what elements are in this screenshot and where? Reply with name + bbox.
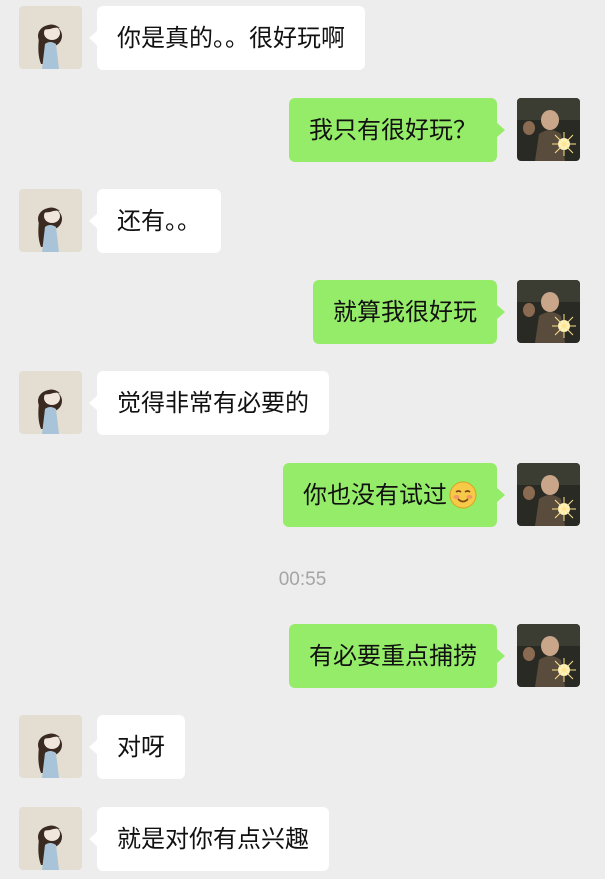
my-avatar[interactable] (517, 98, 580, 161)
message-text: 觉得非常有必要的 (117, 389, 309, 417)
message-text: 对呀 (117, 733, 165, 761)
incoming-message-bubble[interactable]: 你是真的。。很好玩啊 (89, 6, 365, 70)
outgoing-message-bubble[interactable]: 就算我很好玩 (313, 280, 505, 344)
message-text: 你也没有试过 (303, 481, 447, 509)
chat-window: 你是真的。。很好玩啊 我只有很好玩？ 还有。。 就算我很好玩 觉得非常有必要的 … (0, 0, 605, 879)
message-text: 我只有很好玩？ (309, 116, 477, 144)
contact-avatar[interactable] (19, 6, 82, 69)
message-text: 还有。。 (117, 207, 201, 235)
message-row: 你是真的。。很好玩啊 (0, 6, 605, 70)
message-row: 就是对你有点兴趣 (0, 807, 605, 871)
incoming-message-bubble[interactable]: 就是对你有点兴趣 (89, 807, 329, 871)
incoming-message-bubble[interactable]: 对呀 (89, 715, 185, 779)
message-row: 我只有很好玩？ (0, 98, 605, 162)
contact-avatar[interactable] (19, 807, 82, 870)
incoming-message-bubble[interactable]: 还有。。 (89, 189, 221, 253)
outgoing-message-bubble[interactable]: 你也没有试过 (283, 463, 505, 527)
message-text: 有必要重点捕捞 (309, 642, 477, 670)
message-text: 就是对你有点兴趣 (117, 825, 309, 853)
my-avatar[interactable] (517, 624, 580, 687)
incoming-message-bubble[interactable]: 觉得非常有必要的 (89, 371, 329, 435)
message-row: 对呀 (0, 715, 605, 779)
message-row: 就算我很好玩 (0, 280, 605, 344)
message-timestamp: 00:55 (278, 569, 327, 590)
my-avatar[interactable] (517, 280, 580, 343)
message-row: 有必要重点捕捞 (0, 624, 605, 688)
message-row: 你也没有试过 (0, 463, 605, 527)
message-row: 觉得非常有必要的 (0, 371, 605, 435)
contact-avatar[interactable] (19, 189, 82, 252)
message-text: 就算我很好玩 (333, 298, 477, 326)
contact-avatar[interactable] (19, 715, 82, 778)
my-avatar[interactable] (517, 463, 580, 526)
message-text: 你是真的。。很好玩啊 (117, 24, 345, 52)
blushing-smile-emoji-icon (449, 481, 477, 509)
contact-avatar[interactable] (19, 371, 82, 434)
outgoing-message-bubble[interactable]: 有必要重点捕捞 (289, 624, 505, 688)
message-row: 还有。。 (0, 189, 605, 253)
outgoing-message-bubble[interactable]: 我只有很好玩？ (289, 98, 505, 162)
